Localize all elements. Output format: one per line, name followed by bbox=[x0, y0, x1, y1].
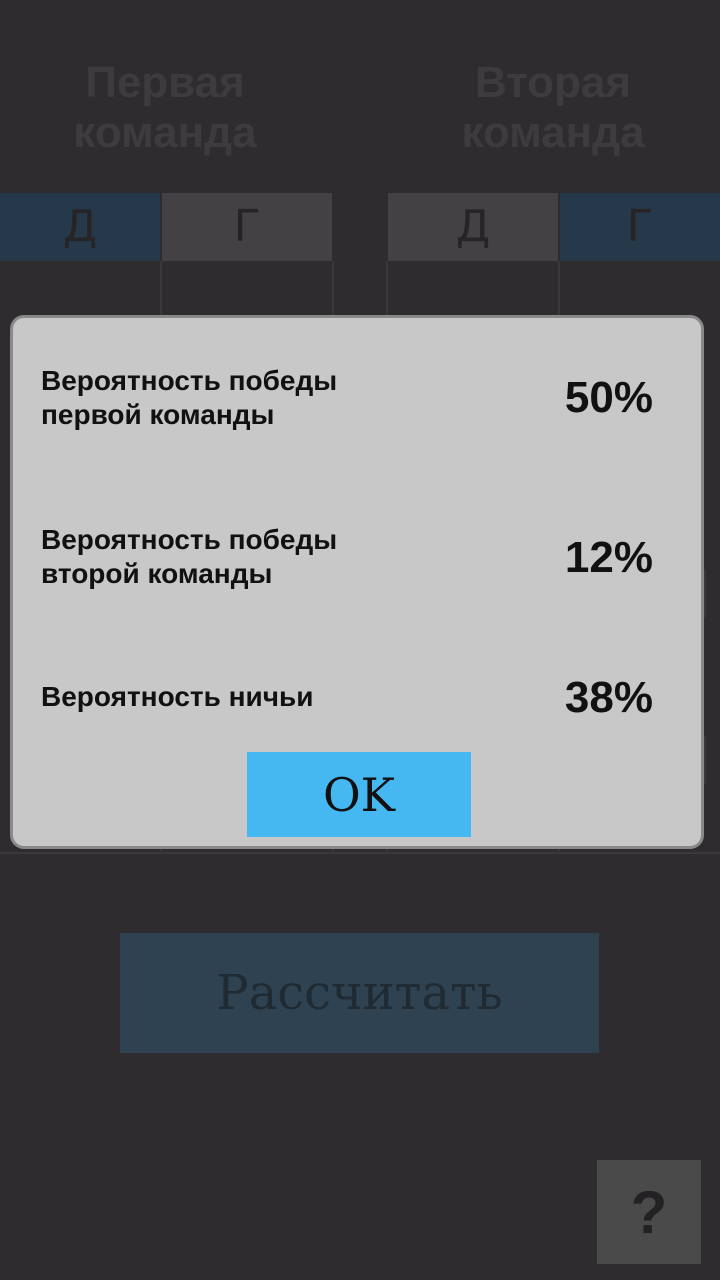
second-team-win-value: 12% bbox=[564, 533, 653, 582]
draw-label: Вероятность ничьи bbox=[41, 681, 314, 712]
second-team-away-tab[interactable]: Г bbox=[560, 193, 720, 261]
draw-value: 38% bbox=[564, 673, 653, 722]
first-team-away-tab[interactable]: Г bbox=[162, 193, 332, 261]
ok-button[interactable]: OK bbox=[247, 752, 471, 837]
first-team-win-label: Вероятность победы первой команды bbox=[41, 365, 338, 430]
result-dialog: Вероятность победы первой команды 50% Ве… bbox=[10, 315, 704, 849]
first-team-home-tab[interactable]: Д bbox=[0, 193, 160, 261]
help-button[interactable]: ? bbox=[597, 1160, 701, 1264]
second-team-title: Вторая команда bbox=[461, 58, 645, 157]
first-team-title: Первая команда bbox=[73, 58, 257, 157]
first-team-win-value: 50% bbox=[564, 373, 653, 422]
calculate-button[interactable]: Рассчитать bbox=[120, 933, 599, 1053]
grid-divider bbox=[0, 852, 720, 854]
screen: Первая команда Вторая команда Д Г Д Г Ра… bbox=[0, 0, 720, 1280]
second-team-win-label: Вероятность победы второй команды bbox=[41, 524, 338, 589]
second-team-home-tab[interactable]: Д bbox=[388, 193, 558, 261]
